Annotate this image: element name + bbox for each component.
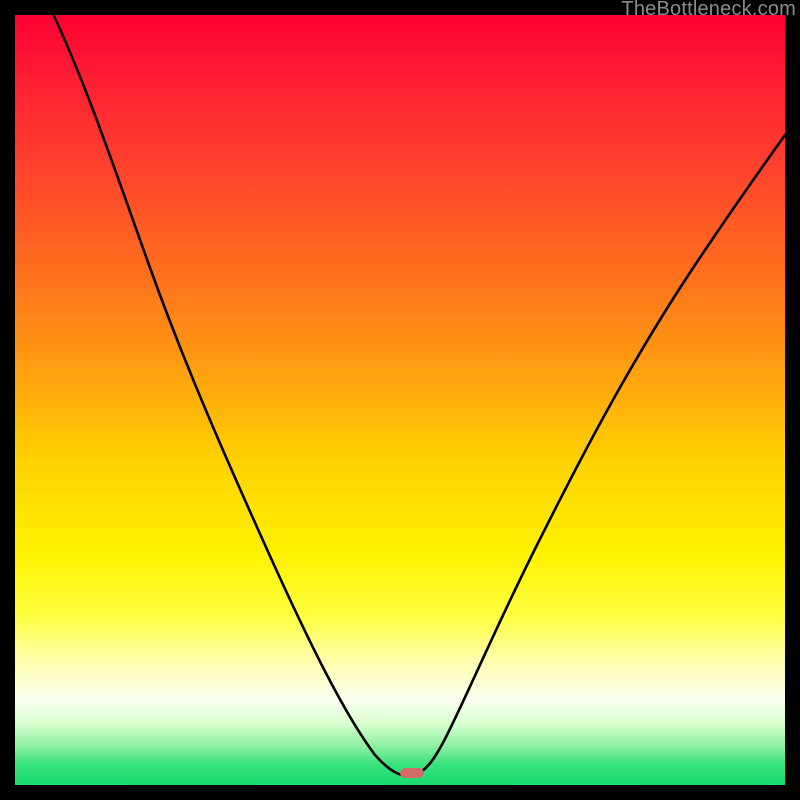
- plot-area: [15, 15, 785, 785]
- background-gradient: [15, 15, 785, 785]
- optimum-marker: [400, 768, 424, 778]
- chart-stage: TheBottleneck.com: [0, 0, 800, 800]
- watermark-label: TheBottleneck.com: [621, 0, 796, 21]
